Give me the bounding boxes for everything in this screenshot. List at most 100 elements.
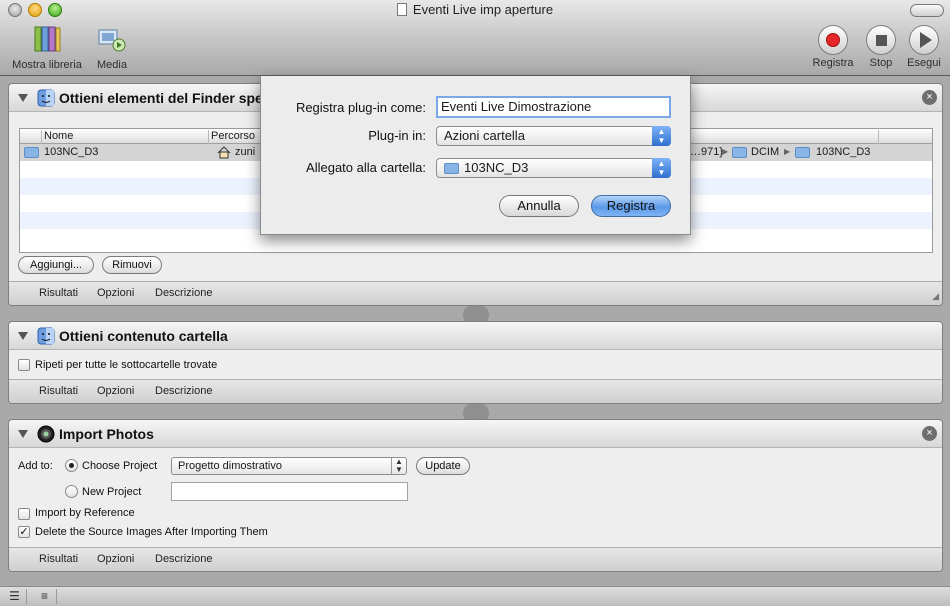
run-label: Esegui	[907, 57, 941, 69]
delete-source-checkbox[interactable]: ✓	[18, 526, 30, 538]
action-title: Import Photos	[59, 426, 154, 442]
path-folder-dcim: DCIM	[751, 146, 780, 158]
import-by-reference-label: Import by Reference	[35, 507, 135, 519]
finder-icon	[37, 327, 55, 345]
stop-label: Stop	[869, 57, 893, 69]
media-icon	[98, 29, 126, 52]
path-chevron-icon: ▶	[784, 147, 791, 156]
play-icon	[919, 32, 932, 48]
column-name-header[interactable]: Nome	[44, 130, 73, 142]
plugin-name-label: Registra plug-in come:	[295, 100, 426, 115]
plugin-name-input[interactable]: Eventi Live Dimostrazione	[436, 96, 671, 118]
select-arrows-icon: ▲ ▼	[652, 158, 671, 178]
tab-options[interactable]: Opzioni	[97, 553, 134, 565]
path-mid: …971}	[690, 146, 724, 158]
aperture-lens-icon	[37, 425, 55, 443]
media-label: Media	[97, 59, 127, 71]
new-project-radio[interactable]	[65, 485, 78, 498]
tab-results[interactable]: Risultati	[39, 287, 78, 299]
disclosure-triangle-icon[interactable]	[18, 430, 28, 438]
record-circle	[818, 25, 848, 55]
action-footer: Risultati Opzioni Descrizione	[9, 547, 942, 571]
tab-options[interactable]: Opzioni	[97, 287, 134, 299]
home-icon	[217, 146, 231, 159]
remove-action-icon[interactable]: ×	[922, 426, 937, 441]
path-folder-last: 103NC_D3	[816, 146, 871, 158]
action-import-photos: Import Photos × Add to: Choose Project P…	[8, 419, 943, 572]
save-plugin-sheet: Registra plug-in come: Eventi Live Dimos…	[260, 76, 691, 235]
add-to-label: Add to:	[18, 460, 53, 472]
stop-circle	[866, 25, 896, 55]
path-chevron-icon: ▶	[722, 147, 729, 156]
cancel-button[interactable]: Annulla	[499, 195, 579, 217]
folder-icon	[24, 147, 39, 158]
column-separator	[208, 130, 209, 145]
run-button[interactable]: Esegui	[902, 25, 946, 69]
disclosure-triangle-icon[interactable]	[18, 94, 28, 102]
media-button[interactable]: Media	[92, 24, 132, 71]
folder-icon	[444, 163, 459, 174]
column-separator	[878, 130, 879, 145]
tab-results[interactable]: Risultati	[39, 553, 78, 565]
folder-icon	[732, 147, 747, 158]
record-button[interactable]: Registra	[808, 25, 858, 69]
document-icon	[396, 3, 407, 16]
attached-folder-label: Allegato alla cartella:	[306, 160, 426, 175]
tab-description[interactable]: Descrizione	[155, 385, 212, 397]
row-name: 103NC_D3	[44, 146, 99, 158]
list-view-icon[interactable]: ☰	[3, 589, 27, 604]
folder-icon	[795, 147, 810, 158]
add-button[interactable]: Aggiungi...	[18, 256, 94, 274]
tab-description[interactable]: Descrizione	[155, 287, 212, 299]
toolbar-toggle-button[interactable]	[910, 4, 944, 17]
attached-folder-select[interactable]: 103NC_D3 ▲ ▼	[436, 158, 671, 178]
show-library-button[interactable]: Mostra libreria	[6, 24, 88, 71]
action-header: Ottieni contenuto cartella	[9, 322, 942, 350]
select-arrows-icon: ▲ ▼	[391, 458, 406, 474]
tab-results[interactable]: Risultati	[39, 385, 78, 397]
run-circle	[909, 25, 939, 55]
show-library-label: Mostra libreria	[12, 59, 82, 71]
new-project-label: New Project	[82, 486, 142, 498]
tab-description[interactable]: Descrizione	[155, 553, 212, 565]
select-arrows-icon: ▲ ▼	[652, 126, 671, 146]
action-footer: Risultati Opzioni Descrizione ◢	[9, 281, 942, 305]
action-header: Import Photos ×	[9, 420, 942, 448]
plugin-type-value: Azioni cartella	[444, 128, 525, 143]
choose-project-label: Choose Project	[82, 460, 158, 472]
import-by-reference-checkbox[interactable]	[18, 508, 30, 520]
project-select-value: Progetto dimostrativo	[178, 460, 282, 472]
stop-icon	[875, 34, 887, 46]
column-separator	[41, 130, 42, 145]
action-title: Ottieni contenuto cartella	[59, 328, 228, 344]
log-view-icon[interactable]: ≡	[33, 589, 57, 604]
remove-button[interactable]: Rimuovi	[102, 256, 162, 274]
delete-source-label: Delete the Source Images After Importing…	[35, 526, 268, 538]
plugin-type-select[interactable]: Azioni cartella ▲ ▼	[436, 126, 671, 146]
attached-folder-value: 103NC_D3	[464, 160, 529, 175]
remove-action-icon[interactable]: ×	[922, 90, 937, 105]
record-label: Registra	[812, 57, 854, 69]
choose-project-radio[interactable]	[65, 459, 78, 472]
tab-options[interactable]: Opzioni	[97, 385, 134, 397]
finder-icon	[37, 89, 55, 107]
resize-grip-icon[interactable]: ◢	[932, 291, 939, 302]
column-path-header[interactable]: Percorso	[211, 130, 255, 142]
bottom-bar: ☰ ≡	[0, 586, 950, 606]
path-start: zuni	[235, 146, 256, 158]
project-select[interactable]: Progetto dimostrativo ▲ ▼	[171, 457, 407, 475]
update-button[interactable]: Update	[416, 457, 470, 475]
record-icon	[826, 33, 840, 47]
plugin-type-label: Plug-in in:	[368, 128, 426, 143]
register-button[interactable]: Registra	[591, 195, 671, 217]
window-title-area: Eventi Live imp aperture	[0, 2, 950, 17]
action-footer: Risultati Opzioni Descrizione	[9, 379, 942, 403]
library-books-icon	[34, 26, 61, 52]
window-title: Eventi Live imp aperture	[412, 2, 554, 17]
window-toolbar: Eventi Live imp aperture Mostra libreria…	[0, 0, 950, 76]
disclosure-triangle-icon[interactable]	[18, 332, 28, 340]
new-project-input[interactable]	[171, 482, 408, 501]
repeat-subfolders-label: Ripeti per tutte le sottocartelle trovat…	[35, 359, 218, 371]
repeat-subfolders-checkbox[interactable]	[18, 359, 30, 371]
stop-button[interactable]: Stop	[862, 25, 900, 69]
